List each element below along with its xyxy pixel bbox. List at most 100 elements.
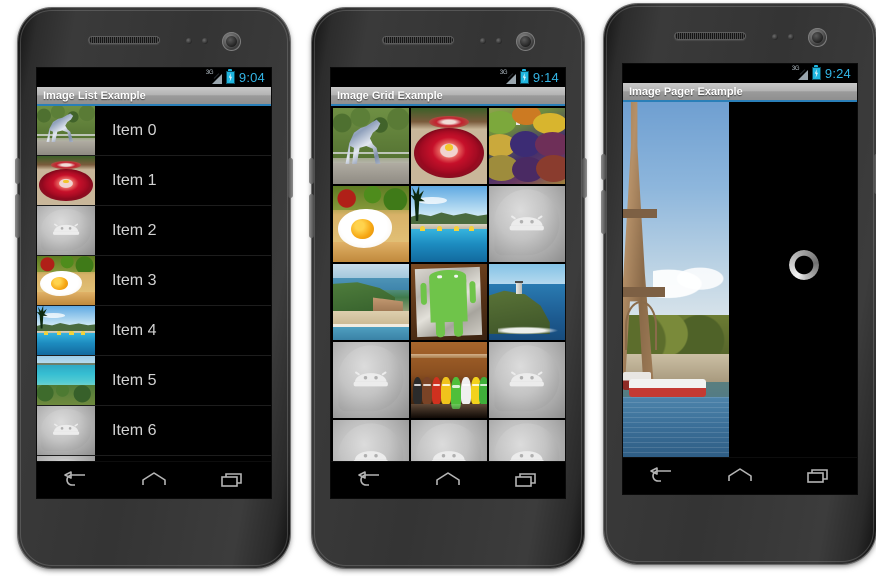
action-bar: Image List Example: [37, 87, 271, 106]
volume-up-button[interactable]: [309, 158, 314, 184]
battery-charging-icon: [519, 69, 529, 84]
list-item[interactable]: Item 7: [37, 456, 271, 461]
recent-apps-icon[interactable]: [219, 470, 245, 490]
list-item-label: Item 4: [112, 321, 157, 339]
android-robot-placeholder-icon: [52, 423, 80, 436]
grid-cell-placeholder[interactable]: [411, 420, 487, 461]
list-item-thumbnail: [37, 256, 95, 305]
grid-cell-placeholder[interactable]: [333, 420, 409, 461]
list-item-label: Item 7: [95, 456, 271, 461]
grid-cell[interactable]: [411, 342, 487, 418]
proximity-sensor-icon: [480, 38, 486, 44]
grid-cell[interactable]: [489, 264, 565, 340]
volume-up-button[interactable]: [601, 154, 606, 180]
android-robot-placeholder-icon: [353, 450, 389, 461]
back-arrow-icon[interactable]: [63, 470, 89, 490]
signal-bars-icon: 3G: [500, 70, 516, 84]
list-item-thumbnail: [37, 356, 95, 405]
device-screen-list: 3G 9:04 Image List Example Item 0 Item 1…: [37, 68, 271, 498]
grid-cell[interactable]: [411, 186, 487, 262]
grid-cell-placeholder[interactable]: [489, 186, 565, 262]
grid-cell[interactable]: [411, 264, 487, 340]
volume-down-button[interactable]: [15, 194, 20, 238]
android-robot-placeholder-icon: [52, 223, 80, 236]
action-bar: Image Grid Example: [331, 87, 565, 106]
grid-cell[interactable]: [333, 186, 409, 262]
list-item[interactable]: Item 6: [37, 406, 271, 456]
status-bar: 3G 9:14: [331, 68, 565, 87]
list-item[interactable]: Item 5: [37, 356, 271, 406]
battery-charging-icon: [811, 65, 821, 80]
list-item[interactable]: Item 4: [37, 306, 271, 356]
front-camera-icon: [808, 28, 827, 47]
volume-down-button[interactable]: [309, 194, 314, 238]
grid-cell-placeholder[interactable]: [333, 342, 409, 418]
proximity-sensor-icon: [186, 38, 192, 44]
grid-cell[interactable]: [411, 108, 487, 184]
android-robot-placeholder-icon: [509, 371, 545, 386]
home-icon[interactable]: [727, 466, 753, 486]
android-robot-placeholder-icon: [431, 450, 467, 461]
volume-down-button[interactable]: [601, 190, 606, 234]
light-sensor-icon: [202, 38, 208, 44]
image-pager[interactable]: [623, 102, 857, 457]
system-navigation-bar[interactable]: [623, 457, 857, 494]
system-navigation-bar[interactable]: [37, 461, 271, 498]
earpiece-speaker: [674, 32, 746, 40]
phone-device-pager: 3G 9:24 Image Pager Example: [601, 4, 876, 564]
list-item-thumbnail: [37, 306, 95, 355]
grid-cell-placeholder[interactable]: [489, 420, 565, 461]
signal-triangle-icon: [505, 74, 516, 84]
list-item-thumbnail-placeholder: [37, 456, 95, 461]
list-item[interactable]: Item 2: [37, 206, 271, 256]
back-arrow-icon[interactable]: [649, 466, 675, 486]
device-screen-grid: 3G 9:14 Image Grid Example: [331, 68, 565, 498]
list-item[interactable]: Item 0: [37, 106, 271, 156]
earpiece-speaker: [382, 36, 454, 44]
image-grid[interactable]: [331, 106, 565, 461]
app-title: Image List Example: [43, 89, 146, 102]
list-item-thumbnail-placeholder: [37, 206, 95, 255]
list-item-label: Item 3: [112, 271, 157, 289]
grid-cell[interactable]: [333, 264, 409, 340]
status-bar-clock: 9:24: [824, 66, 851, 81]
system-navigation-bar[interactable]: [331, 461, 565, 498]
status-bar: 3G 9:04: [37, 68, 271, 87]
list-item-thumbnail: [37, 156, 95, 205]
home-icon[interactable]: [435, 470, 461, 490]
status-bar: 3G 9:24: [623, 64, 857, 83]
earpiece-speaker: [88, 36, 160, 44]
android-robot-placeholder-icon: [509, 450, 545, 461]
recent-apps-icon[interactable]: [805, 466, 831, 486]
signal-triangle-icon: [211, 74, 222, 84]
list-item[interactable]: Item 3: [37, 256, 271, 306]
signal-bars-icon: 3G: [206, 70, 222, 84]
android-robot-placeholder-icon: [509, 215, 545, 230]
proximity-sensor-icon: [772, 34, 778, 40]
screenshot-stage: 3G 9:04 Image List Example Item 0 Item 1…: [0, 0, 876, 576]
device-top-hardware: [604, 26, 876, 48]
grid-cell[interactable]: [333, 108, 409, 184]
light-sensor-icon: [788, 34, 794, 40]
list-item-label: Item 5: [112, 371, 157, 389]
grid-cell-placeholder[interactable]: [489, 342, 565, 418]
app-title: Image Grid Example: [337, 89, 443, 102]
pager-page-current[interactable]: [623, 102, 729, 457]
volume-up-button[interactable]: [15, 158, 20, 184]
power-button[interactable]: [288, 158, 293, 198]
signal-bars-icon: 3G: [792, 66, 808, 80]
power-button[interactable]: [582, 158, 587, 198]
back-arrow-icon[interactable]: [357, 470, 383, 490]
grid-cell[interactable]: [489, 108, 565, 184]
recent-apps-icon[interactable]: [513, 470, 539, 490]
status-bar-clock: 9:14: [532, 70, 559, 85]
list-item[interactable]: Item 1: [37, 156, 271, 206]
status-bar-clock: 9:04: [238, 70, 265, 85]
android-robot-placeholder-icon: [353, 371, 389, 386]
action-bar: Image Pager Example: [623, 83, 857, 102]
front-camera-icon: [516, 32, 535, 51]
list-item-label: Item 2: [112, 221, 157, 239]
list-item-thumbnail: [37, 106, 95, 155]
home-icon[interactable]: [141, 470, 167, 490]
image-list[interactable]: Item 0 Item 1 Item 2 Item 3 Item 4 Item …: [37, 106, 271, 461]
